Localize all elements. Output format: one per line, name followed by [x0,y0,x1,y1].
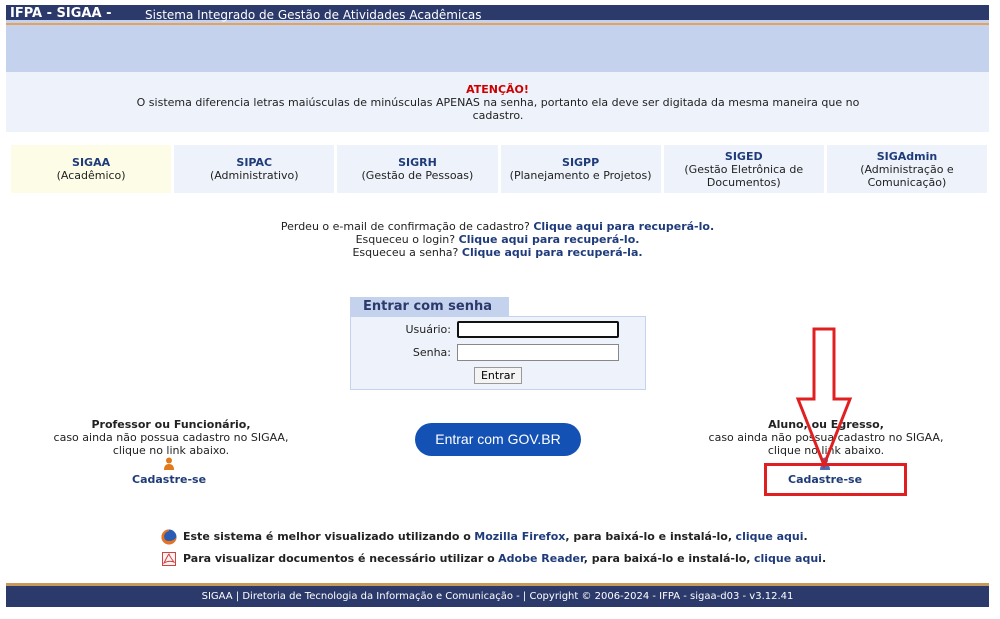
login-form: Entrar com senha Usuário: Senha: Entrar [350,297,646,390]
brand-title: IFPA - SIGAA - [10,6,112,21]
reader-tip-text: Para visualizar documentos é necessário … [183,552,495,565]
recover-login-text: Esqueceu o login? [355,233,456,246]
firefox-tip-text: Este sistema é melhor visualizado utiliz… [183,530,471,543]
red-arrow-annotation [795,327,853,469]
staff-signup-link[interactable]: Cadastre-se [132,473,206,486]
system-desc: (Planejamento e Projetos) [509,169,652,182]
firefox-link[interactable]: Mozilla Firefox [474,530,565,543]
notice-body: O sistema diferencia letras maiúsculas d… [136,96,860,122]
login-form-body: Usuário: Senha: Entrar [350,316,646,390]
system-name: SIGAA [72,156,111,169]
system-name: SIGRH [398,156,437,169]
staff-user-icon [164,457,174,470]
recover-login-link[interactable]: Clique aqui para recuperá-lo. [459,233,640,246]
reader-link[interactable]: Adobe Reader [498,552,584,565]
recovery-links: Perdeu o e-mail de confirmação de cadast… [6,220,989,259]
recover-email-text: Perdeu o e-mail de confirmação de cadast… [280,220,530,233]
system-desc: (Administração e Comunicação) [860,162,954,189]
recover-password-link[interactable]: Clique aqui para recuperá-la. [462,246,643,259]
page: IFPA - SIGAA - Sistema Integrado de Gest… [6,5,989,607]
systems-menu: SIGAA (Acadêmico) SIPAC (Administrativo)… [11,145,988,193]
system-name: SIGAdmin [876,149,938,163]
system-tab-sipac[interactable]: SIPAC (Administrativo) [174,145,335,193]
header-subtitle: Sistema Integrado de Gestão de Atividade… [145,8,482,22]
reader-tip-middle: , para baixá-lo e instalá-lo, [583,552,751,565]
browser-tips: Este sistema é melhor visualizado utiliz… [161,529,861,573]
staff-line-1: caso ainda não possua cadastro no SIGAA, [53,431,289,444]
footer: SIGAA | Diretoria de Tecnologia da Infor… [6,583,989,607]
firefox-tip-middle: , para baixá-lo e instalá-lo, [565,530,733,543]
username-label: Usuário: [405,323,451,336]
recover-email-link[interactable]: Clique aqui para recuperá-lo. [533,220,714,233]
reader-download-link[interactable]: clique aqui [754,552,822,565]
attention-notice: ATENÇÃO! O sistema diferencia letras mai… [6,72,989,132]
firefox-tip: Este sistema é melhor visualizado utiliz… [161,529,861,551]
staff-line-2: clique no link abaixo. [112,444,230,457]
reader-tip: Para visualizar documentos é necessário … [161,551,861,573]
header-band [6,25,989,72]
pdf-icon [162,552,176,566]
system-tab-sigadmin[interactable]: SIGAdmin (Administração e Comunicação) [826,145,988,193]
system-name: SIPAC [236,156,273,169]
login-form-title: Entrar com senha [350,297,509,316]
system-tab-siged[interactable]: SIGED (Gestão Eletrônica de Documentos) [663,145,824,193]
system-desc: (Gestão de Pessoas) [361,169,474,182]
recover-password-text: Esqueceu a senha? [352,246,459,259]
system-tab-sigpp[interactable]: SIGPP (Planejamento e Projetos) [500,145,661,193]
username-input[interactable] [457,321,619,338]
login-submit-button[interactable]: Entrar [474,367,522,384]
staff-signup: Professor ou Funcionário, caso ainda não… [26,418,316,457]
header-bar: IFPA - SIGAA - Sistema Integrado de Gest… [6,5,989,23]
system-tab-sigaa[interactable]: SIGAA (Acadêmico) [11,145,172,193]
notice-title: ATENÇÃO! [466,83,529,96]
system-desc: (Administrativo) [209,169,299,182]
system-name: SIGPP [562,156,600,169]
system-desc: (Gestão Eletrônica de Documentos) [684,162,804,189]
system-desc: (Acadêmico) [56,169,126,182]
firefox-icon [161,529,177,545]
staff-heading: Professor ou Funcionário, [91,418,251,431]
firefox-download-link[interactable]: clique aqui [736,530,804,543]
password-input[interactable] [457,344,619,361]
red-highlight-annotation [764,463,907,496]
govbr-login-button[interactable]: Entrar com GOV.BR [415,423,581,456]
system-name: SIGED [724,149,763,163]
system-tab-sigrh[interactable]: SIGRH (Gestão de Pessoas) [337,145,498,193]
password-label: Senha: [412,346,451,359]
